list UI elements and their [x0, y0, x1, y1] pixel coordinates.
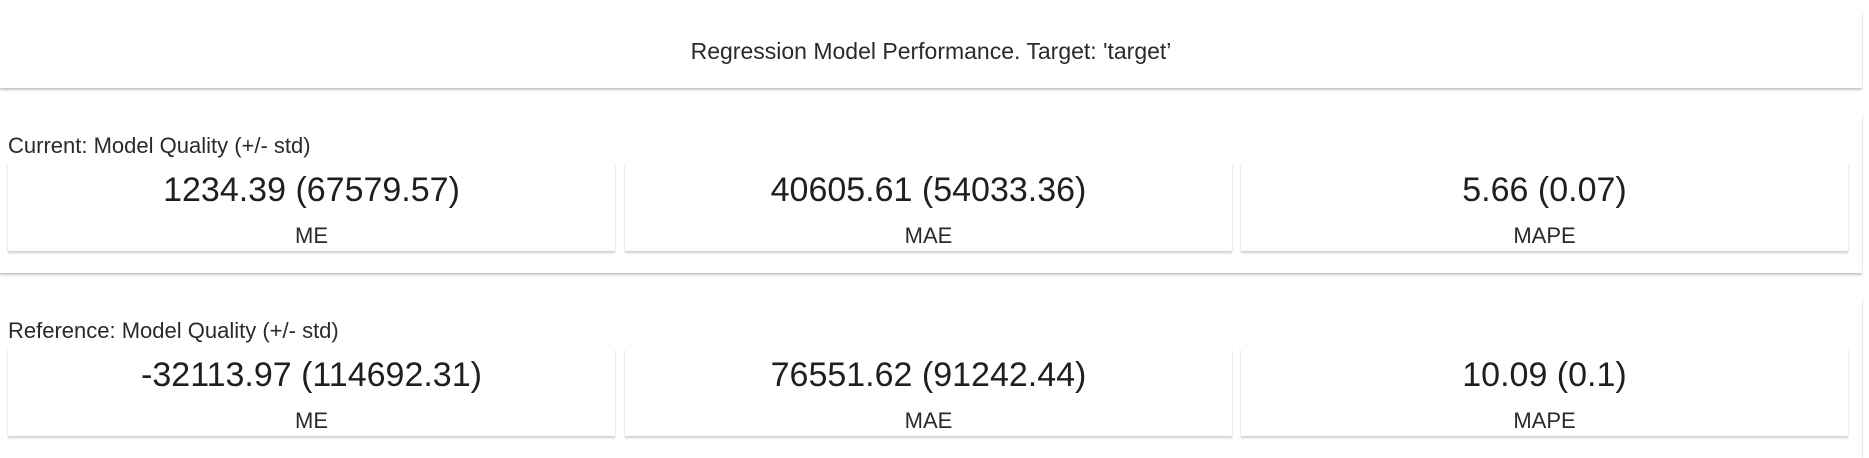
reference-mae-value: 76551.62 (91242.44): [770, 356, 1087, 394]
current-me-card: 1234.39 (67579.57) ME: [8, 163, 615, 251]
current-me-value: 1234.39 (67579.57): [163, 171, 460, 209]
report-title: Regression Model Performance. Target: 't…: [690, 37, 1172, 64]
reference-me-value: -32113.97 (114692.31): [141, 356, 482, 394]
reference-mae-card: 76551.62 (91242.44) MAE: [625, 348, 1232, 436]
current-mae-value: 40605.61 (54033.36): [770, 171, 1087, 209]
current-mape-label: MAPE: [1513, 223, 1576, 248]
current-mae-card: 40605.61 (54033.36) MAE: [625, 163, 1232, 251]
reference-mae-label: MAE: [904, 408, 953, 433]
current-mape-card: 5.66 (0.07) MAPE: [1241, 163, 1848, 251]
reference-mape-label: MAPE: [1513, 408, 1576, 433]
reference-me-label: ME: [295, 408, 328, 433]
reference-quality-section: Reference: Model Quality (+/- std) -3211…: [0, 298, 1862, 458]
current-mape-value: 5.66 (0.07): [1462, 171, 1627, 209]
current-section-title: Current: Model Quality (+/- std): [8, 133, 311, 158]
reference-mape-value: 10.09 (0.1): [1462, 356, 1627, 394]
reference-me-card: -32113.97 (114692.31) ME: [8, 348, 615, 436]
current-me-label: ME: [295, 223, 328, 248]
report-header-card: Regression Model Performance. Target: 't…: [0, 12, 1862, 88]
current-mae-label: MAE: [904, 223, 953, 248]
reference-mape-card: 10.09 (0.1) MAPE: [1241, 348, 1848, 436]
reference-section-title: Reference: Model Quality (+/- std): [8, 318, 339, 343]
current-quality-section: Current: Model Quality (+/- std) 1234.39…: [0, 113, 1862, 273]
